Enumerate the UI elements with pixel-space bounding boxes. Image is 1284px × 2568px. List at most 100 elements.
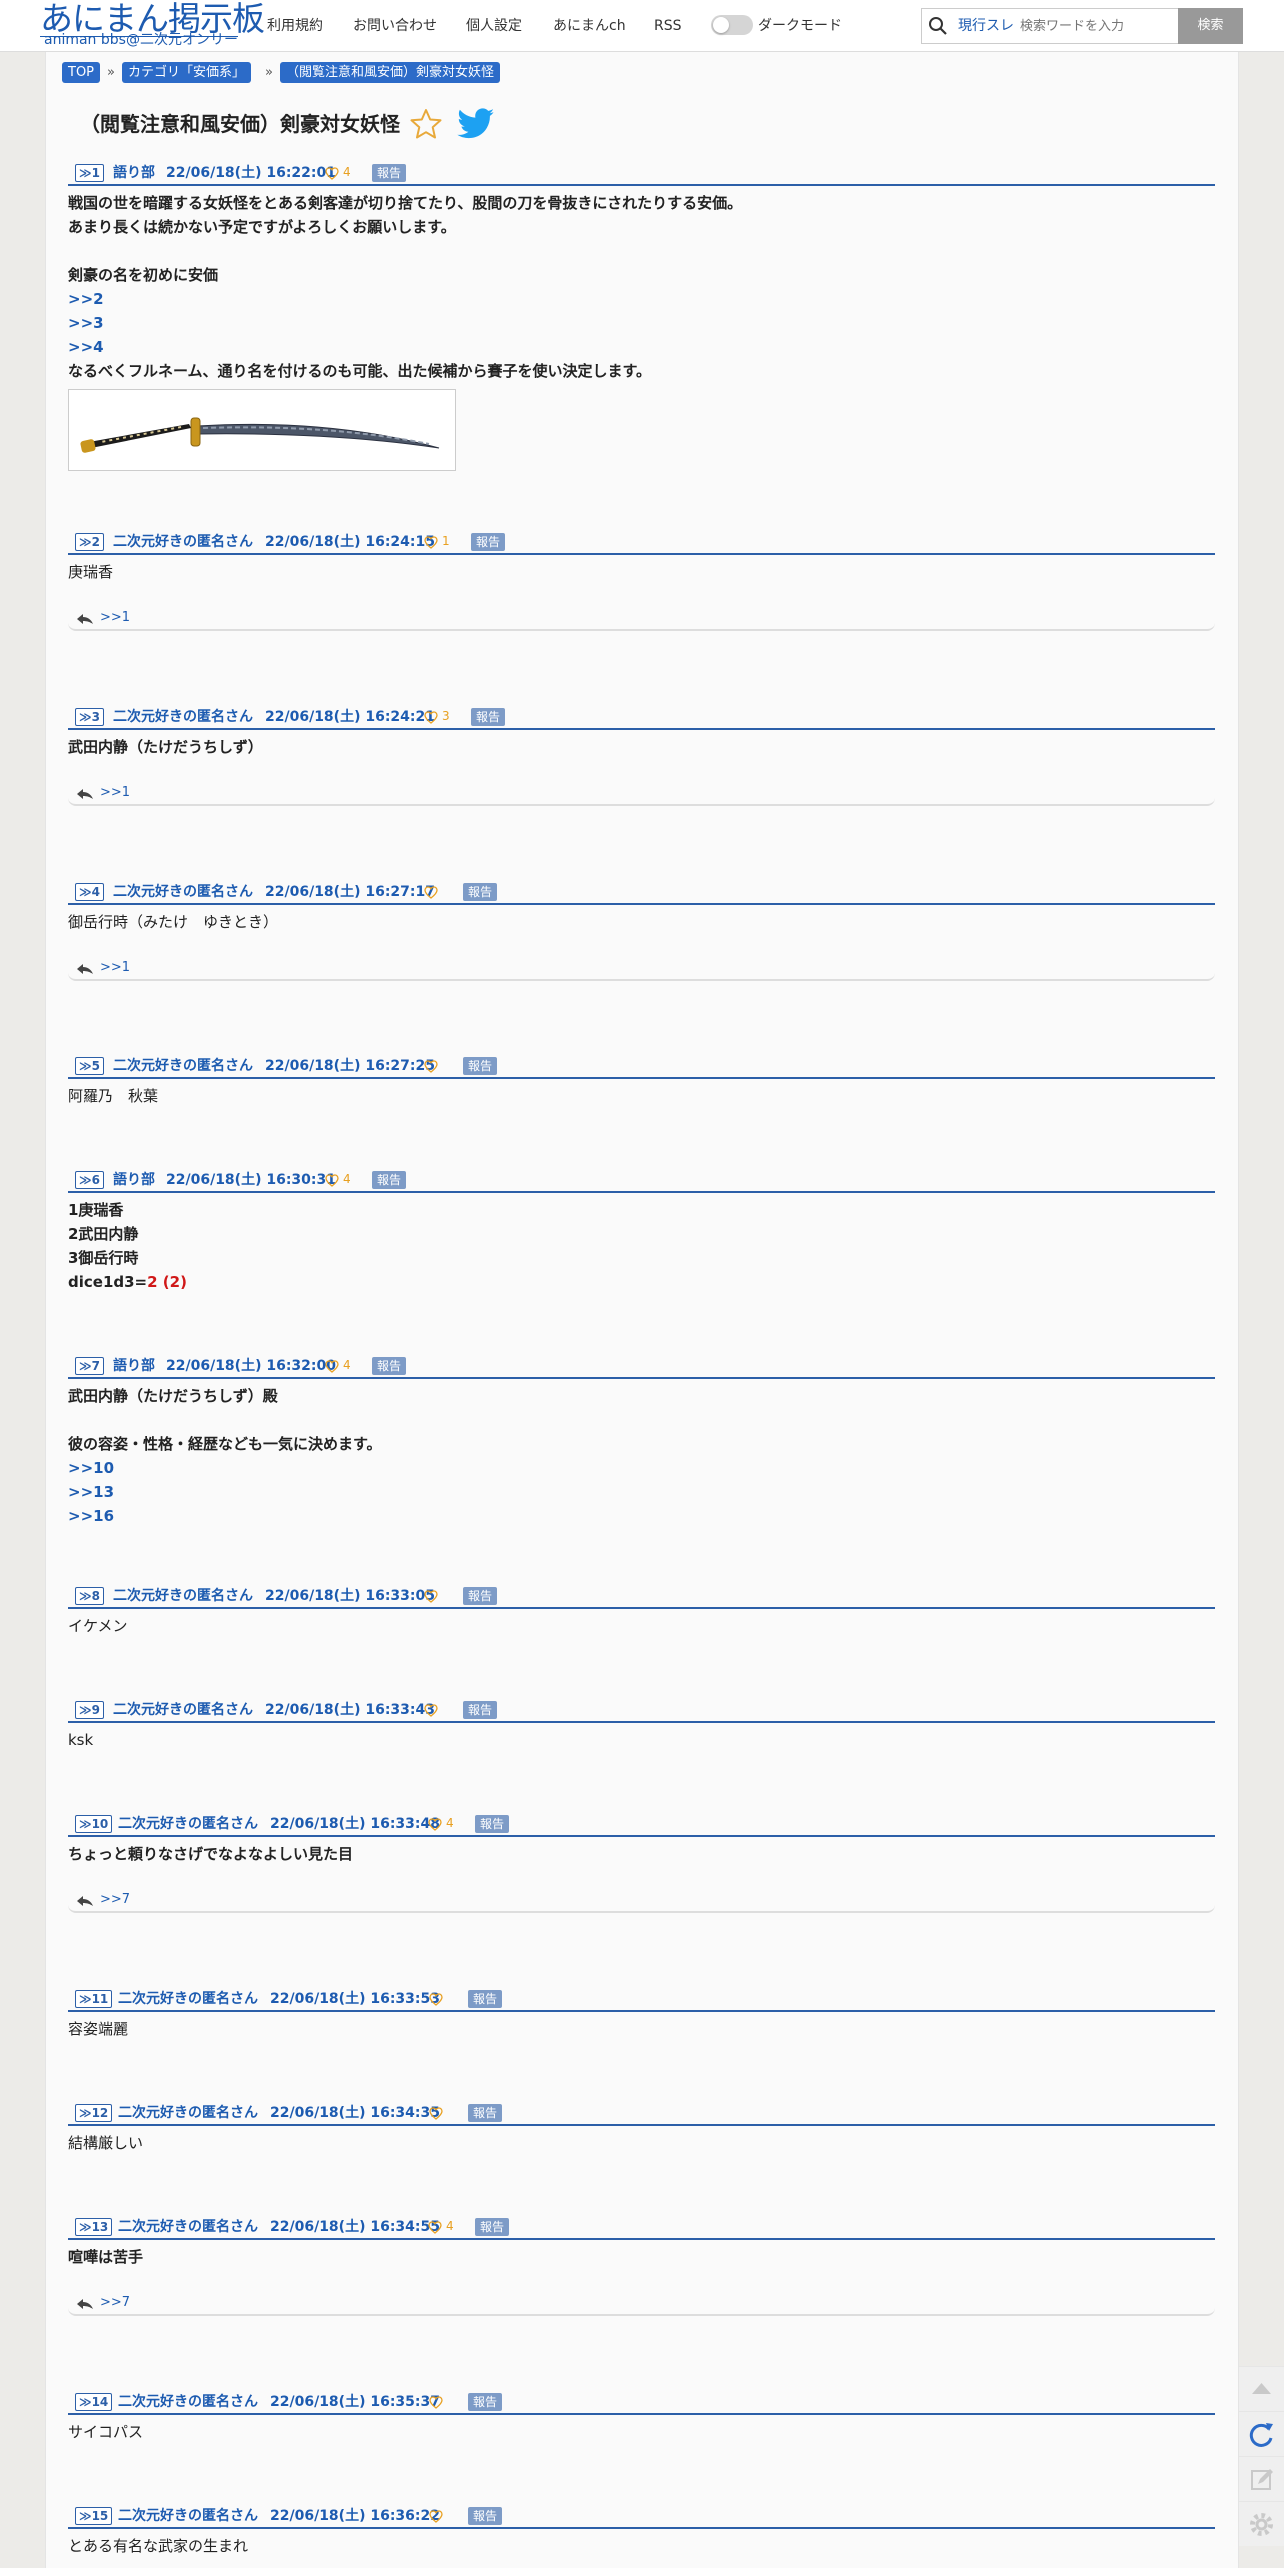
reload-button[interactable] bbox=[1239, 2411, 1284, 2456]
post-body: 喧嘩は苦手 bbox=[68, 2245, 1215, 2269]
reply-link[interactable]: >>7 bbox=[100, 2294, 130, 2312]
post-line: ちょっと頼りなさげでなよなよしい見た目 bbox=[68, 1845, 354, 1863]
post-header: ≫14 二次元好きの匿名さん 22/06/18(土) 16:35:37 報告 bbox=[68, 2393, 1215, 2415]
report-button[interactable]: 報告 bbox=[468, 2507, 503, 2525]
post-number[interactable]: ≫9 bbox=[75, 1701, 104, 1719]
anchor-link[interactable]: >>4 bbox=[68, 335, 1215, 359]
post-body: 戦国の世を暗躍する女妖怪をとある剣客達が切り捨てたり、股間の刀を骨抜きにされたり… bbox=[68, 191, 1215, 383]
report-button[interactable]: 報告 bbox=[471, 708, 506, 726]
post-header: ≫12 二次元好きの匿名さん 22/06/18(土) 16:34:35 報告 bbox=[68, 2104, 1215, 2126]
heart-icon[interactable] bbox=[429, 2396, 443, 2409]
report-button[interactable]: 報告 bbox=[372, 164, 407, 182]
post-author: 二次元好きの匿名さん bbox=[118, 1991, 258, 2007]
report-button[interactable]: 報告 bbox=[468, 2104, 503, 2122]
favorite-star-icon[interactable] bbox=[410, 108, 442, 140]
like-count: 3 bbox=[442, 709, 450, 723]
triangle-up-icon bbox=[1252, 2383, 1271, 2394]
post-number[interactable]: ≫15 bbox=[75, 2507, 113, 2525]
settings-button[interactable] bbox=[1239, 2501, 1284, 2546]
reply-link[interactable]: >>1 bbox=[100, 784, 130, 802]
post-number[interactable]: ≫3 bbox=[75, 708, 104, 726]
breadcrumb-current[interactable]: （閲覧注意和風安価）剣豪対女妖怪 bbox=[280, 62, 501, 83]
heart-icon[interactable] bbox=[325, 1174, 339, 1187]
search-button[interactable]: 検索 bbox=[1178, 8, 1243, 44]
post-15: ≫15 二次元好きの匿名さん 22/06/18(土) 16:36:22 報告 と… bbox=[68, 2507, 1215, 2558]
heart-icon[interactable] bbox=[424, 886, 438, 899]
post-number[interactable]: ≫14 bbox=[75, 2393, 113, 2411]
anchor-link[interactable]: >>13 bbox=[68, 1480, 1215, 1504]
post-body: 庚瑞香 bbox=[68, 560, 1215, 584]
breadcrumb-top[interactable]: TOP bbox=[62, 62, 101, 83]
post-date: 22/06/18(土) 16:32:00 bbox=[166, 1358, 336, 1374]
nav-animanch[interactable]: あにまんch bbox=[553, 0, 626, 52]
breadcrumb-category[interactable]: カテゴリ「安価系」 bbox=[122, 62, 252, 83]
report-button[interactable]: 報告 bbox=[463, 883, 498, 901]
report-button[interactable]: 報告 bbox=[468, 2393, 503, 2411]
heart-icon[interactable] bbox=[424, 1590, 438, 1603]
report-button[interactable]: 報告 bbox=[463, 1587, 498, 1605]
heart-icon[interactable] bbox=[428, 2221, 442, 2234]
anchor-link[interactable]: >>2 bbox=[68, 287, 1215, 311]
report-button[interactable]: 報告 bbox=[475, 1815, 510, 1833]
search-icon bbox=[929, 17, 947, 35]
dice-result: 2 (2) bbox=[147, 1273, 187, 1291]
nav-rss[interactable]: RSS bbox=[654, 0, 682, 52]
heart-icon[interactable] bbox=[325, 167, 339, 180]
post-number[interactable]: ≫11 bbox=[75, 1990, 113, 2008]
post-number[interactable]: ≫5 bbox=[75, 1057, 104, 1075]
post-number[interactable]: ≫1 bbox=[75, 164, 104, 182]
anchor-link[interactable]: >>10 bbox=[68, 1456, 1215, 1480]
post-number[interactable]: ≫12 bbox=[75, 2104, 113, 2122]
post-author: 二次元好きの匿名さん bbox=[113, 709, 253, 725]
post-number[interactable]: ≫8 bbox=[75, 1587, 104, 1605]
gear-icon bbox=[1250, 2513, 1273, 2536]
post-number[interactable]: ≫6 bbox=[75, 1171, 104, 1189]
heart-icon[interactable] bbox=[429, 1993, 443, 2006]
post-author: 二次元好きの匿名さん bbox=[118, 1816, 258, 1832]
heart-icon[interactable] bbox=[424, 536, 438, 549]
reply-link[interactable]: >>1 bbox=[100, 609, 130, 627]
post-header: ≫10 二次元好きの匿名さん 22/06/18(土) 16:33:48 4 報告 bbox=[68, 1815, 1215, 1837]
post-date: 22/06/18(土) 16:30:31 bbox=[166, 1172, 336, 1188]
report-button[interactable]: 報告 bbox=[463, 1057, 498, 1075]
search-scope-select[interactable]: 現行スレ bbox=[958, 9, 1014, 43]
anchor-link[interactable]: >>3 bbox=[68, 311, 1215, 335]
post-number[interactable]: ≫7 bbox=[75, 1357, 104, 1375]
report-button[interactable]: 報告 bbox=[372, 1171, 407, 1189]
post-body: 御岳行時（みたけ ゆきとき） bbox=[68, 910, 1215, 934]
twitter-share-icon[interactable] bbox=[457, 108, 495, 140]
nav-terms[interactable]: 利用規約 bbox=[267, 0, 323, 52]
anchor-link[interactable]: >>16 bbox=[68, 1504, 1215, 1528]
heart-icon[interactable] bbox=[424, 1060, 438, 1073]
reply-link[interactable]: >>1 bbox=[100, 959, 130, 977]
write-post-button[interactable] bbox=[1239, 2456, 1284, 2501]
nav-contact[interactable]: お問い合わせ bbox=[353, 0, 437, 52]
report-button[interactable]: 報告 bbox=[372, 1357, 407, 1375]
post-number[interactable]: ≫4 bbox=[75, 883, 104, 901]
post-author: 二次元好きの匿名さん bbox=[118, 2508, 258, 2524]
report-button[interactable]: 報告 bbox=[463, 1701, 498, 1719]
katana-image[interactable] bbox=[68, 389, 456, 471]
nav-settings[interactable]: 個人設定 bbox=[466, 0, 522, 52]
post-number[interactable]: ≫13 bbox=[75, 2218, 113, 2236]
heart-icon[interactable] bbox=[429, 2107, 443, 2120]
search-input[interactable] bbox=[1020, 10, 1198, 42]
scroll-top-button[interactable] bbox=[1239, 2366, 1284, 2411]
site-logo[interactable]: あにまん掲示板 animan bbs@二次元オンリー bbox=[40, 0, 265, 52]
post-number[interactable]: ≫10 bbox=[75, 1815, 113, 1833]
heart-icon[interactable] bbox=[429, 2510, 443, 2523]
heart-icon[interactable] bbox=[424, 1704, 438, 1717]
dark-mode-toggle[interactable] bbox=[711, 15, 753, 35]
report-button[interactable]: 報告 bbox=[471, 533, 506, 551]
report-button[interactable]: 報告 bbox=[475, 2218, 510, 2236]
breadcrumb-separator: » bbox=[265, 65, 273, 80]
heart-icon[interactable] bbox=[424, 711, 438, 724]
post-number[interactable]: ≫2 bbox=[75, 533, 104, 551]
heart-icon[interactable] bbox=[325, 1360, 339, 1373]
reply-link[interactable]: >>7 bbox=[100, 1891, 130, 1909]
post-body: 武田内静（たけだうちしず） bbox=[68, 735, 1215, 759]
like-count: 4 bbox=[343, 1172, 351, 1186]
report-button[interactable]: 報告 bbox=[468, 1990, 503, 2008]
heart-icon[interactable] bbox=[428, 1818, 442, 1831]
reply-arrow-icon bbox=[77, 1896, 93, 1906]
